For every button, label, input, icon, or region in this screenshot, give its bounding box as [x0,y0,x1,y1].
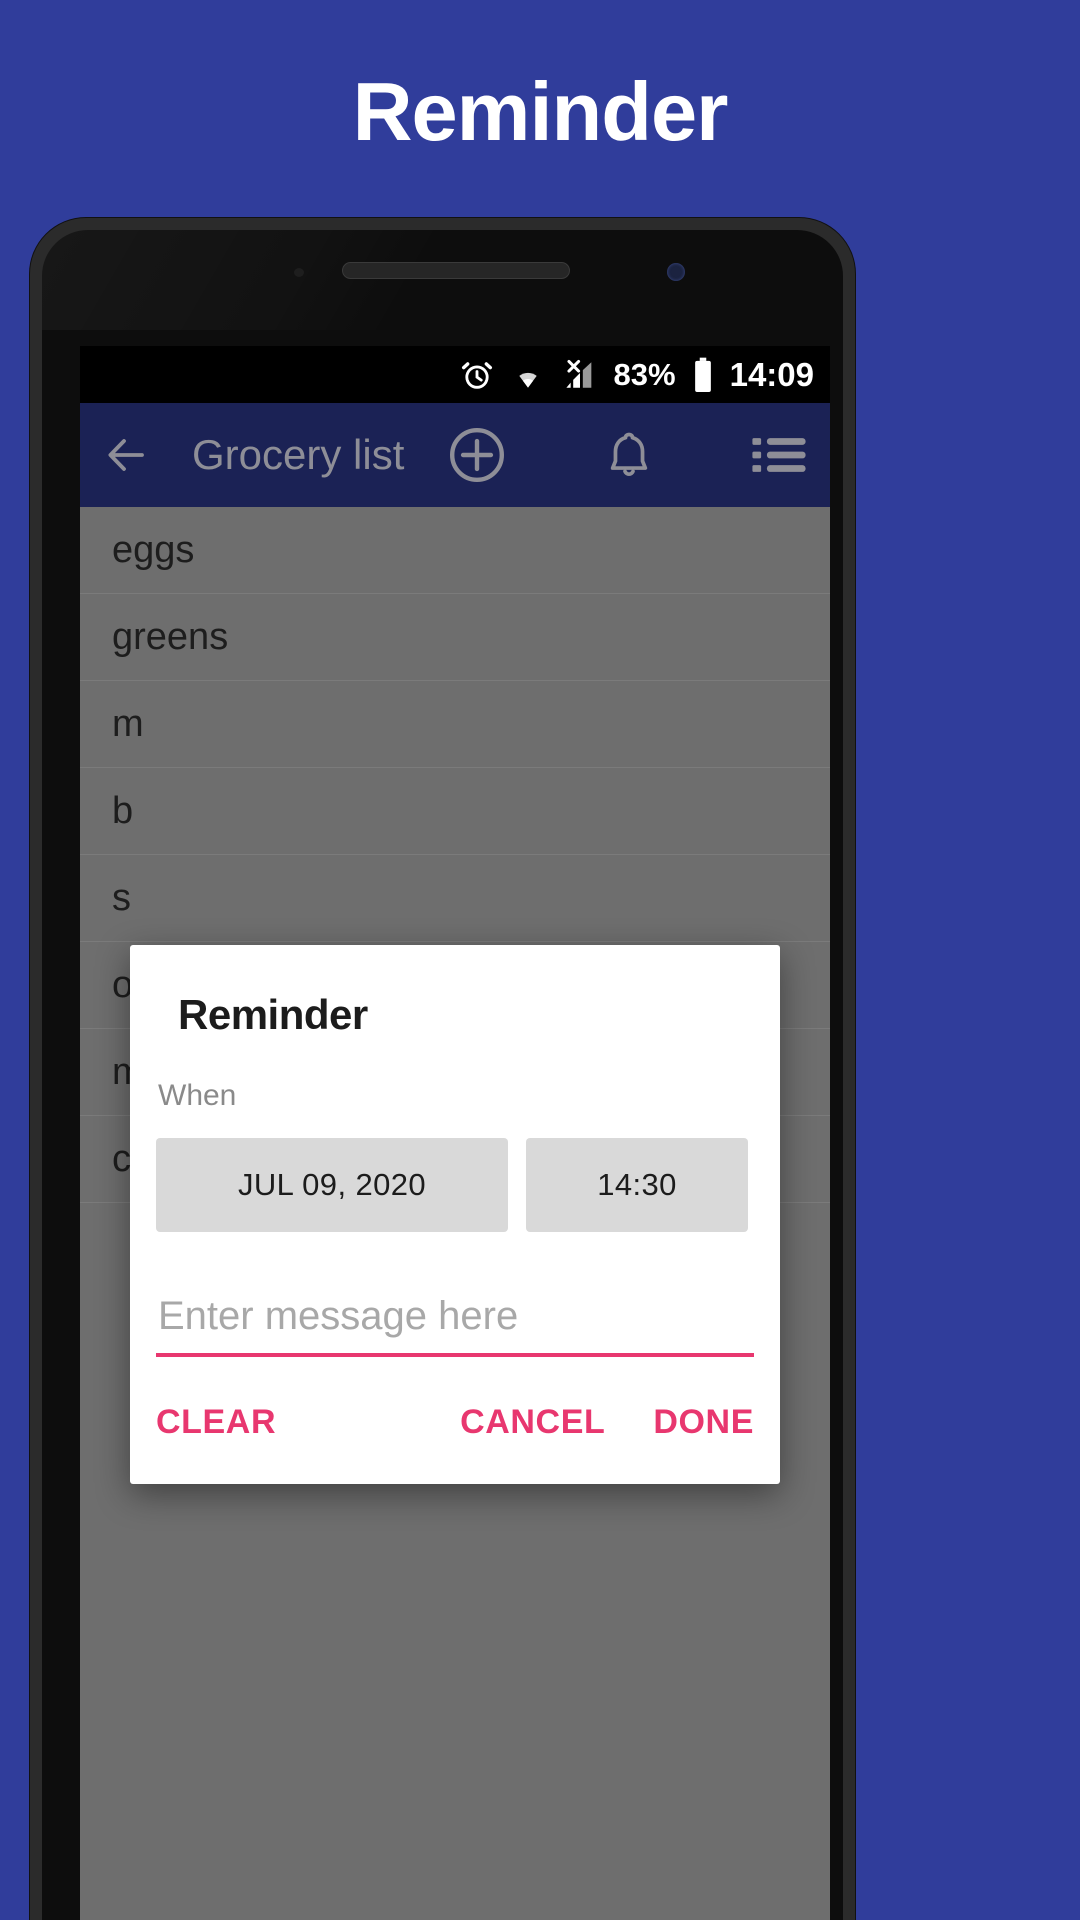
plus-circle-icon[interactable] [446,424,508,486]
list-item-label: s [112,876,131,919]
phone-screen: 83% 14:09 Grocery list eggs greens m b s… [80,346,830,1920]
list-item[interactable]: greens [80,594,830,681]
status-bar: 83% 14:09 [80,346,830,403]
message-input[interactable] [156,1294,754,1357]
list-item[interactable]: s [80,855,830,942]
battery-icon [692,357,714,393]
battery-percent-label: 83% [613,357,676,392]
alarm-clock-icon [460,358,494,392]
cancel-button[interactable]: CANCEL [460,1403,605,1442]
bezel-glare [42,230,502,330]
back-arrow-icon[interactable] [102,431,150,479]
page-title: Reminder [352,65,729,158]
message-field-wrapper [130,1294,780,1357]
when-label: When [158,1079,237,1112]
status-bar-clock: 14:09 [729,356,814,393]
toolbar-title: Grocery list [192,431,405,478]
list-item[interactable]: b [80,768,830,855]
datetime-row: JUL 09, 2020 14:30 [130,1138,780,1232]
front-camera [667,263,685,281]
dialog-actions: CLEAR CANCEL DONE [130,1403,780,1484]
earpiece-speaker [342,262,570,279]
clear-button[interactable]: CLEAR [156,1403,276,1442]
phone-bezel: 83% 14:09 Grocery list eggs greens m b s… [42,230,843,1920]
proximity-sensor [294,268,304,277]
list-item-label: greens [112,615,229,658]
phone-mockup: 83% 14:09 Grocery list eggs greens m b s… [30,218,855,1920]
list-item[interactable]: m [80,681,830,768]
cellular-signal-no-service-icon [562,358,598,392]
list-item[interactable]: eggs [80,507,830,594]
done-button[interactable]: DONE [653,1403,754,1442]
list-item-label: m [112,702,144,745]
list-item-label: b [112,789,134,832]
dialog-title: Reminder [178,991,368,1038]
reminder-dialog: Reminder When JUL 09, 2020 14:30 CLEAR C… [130,945,780,1484]
bell-icon[interactable] [601,427,657,483]
date-picker-button[interactable]: JUL 09, 2020 [156,1138,508,1232]
wifi-icon [510,360,546,390]
app-toolbar: Grocery list [80,403,830,507]
list-menu-icon[interactable] [750,433,808,477]
list-item-label: eggs [112,528,195,571]
time-picker-button[interactable]: 14:30 [526,1138,748,1232]
